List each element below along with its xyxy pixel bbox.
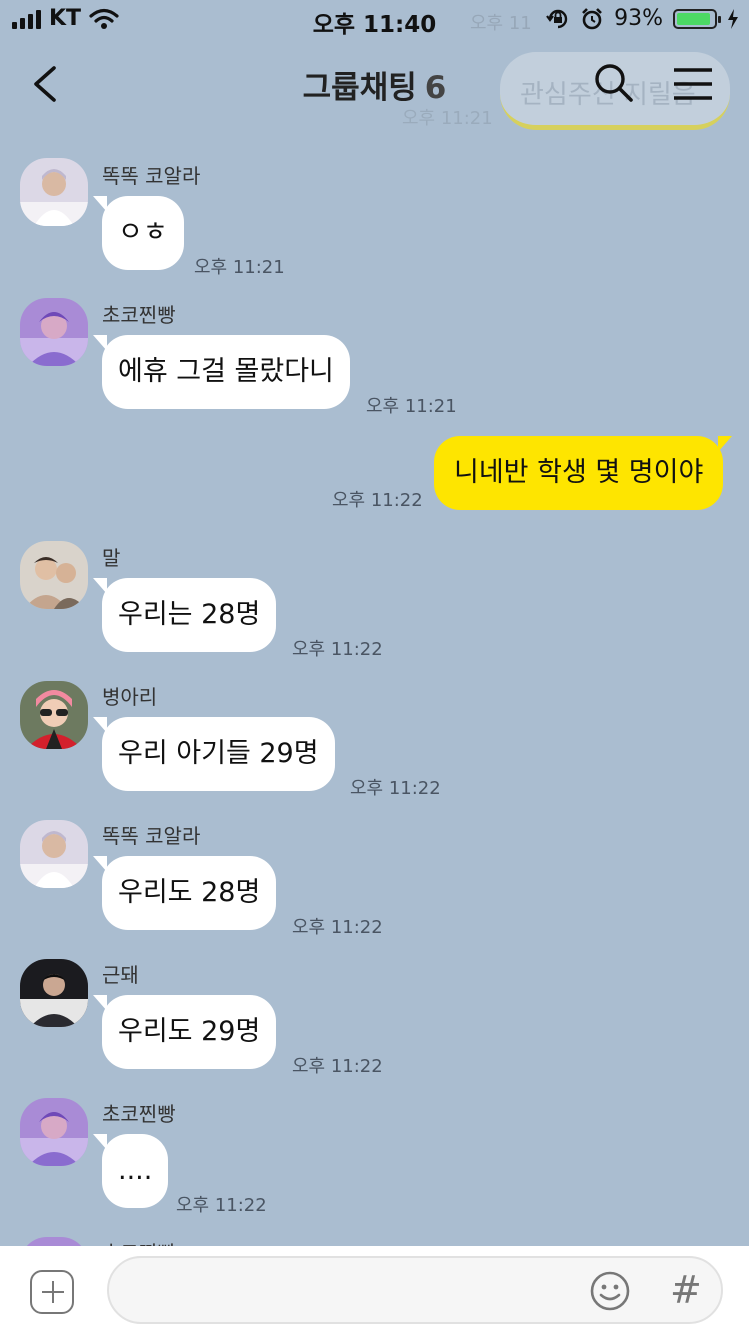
status-bar: KT 오후 11 오후 11:40 93% — [0, 0, 749, 40]
sender-name: 말 — [102, 546, 121, 570]
avatar[interactable] — [20, 298, 88, 366]
message-time: 오후 11:22 — [350, 778, 441, 799]
avatar[interactable] — [20, 541, 88, 609]
member-count: 6 — [424, 70, 447, 106]
chat-title-text: 그룹채팅 — [302, 70, 417, 106]
message-time: 오후 11:22 — [292, 1056, 383, 1077]
message-time: 오후 11:22 — [176, 1195, 267, 1216]
message-bubble[interactable]: ㅇㅎ — [93, 196, 184, 270]
alarm-icon — [582, 7, 603, 29]
battery-icon — [673, 8, 721, 29]
avatar[interactable] — [20, 1098, 88, 1166]
sender-name: 초코찐빵 — [102, 1102, 176, 1126]
sender-name: 근돼 — [102, 963, 139, 987]
emoji-icon[interactable] — [589, 1270, 631, 1312]
battery-percent: 93% — [614, 6, 663, 31]
rotation-lock-icon — [546, 9, 568, 28]
message-bubble[interactable]: 우리 아기들 29명 — [93, 717, 335, 791]
message-time: 오후 11:21 — [194, 257, 285, 278]
sender-name: 병아리 — [102, 685, 158, 709]
hashtag-button[interactable]: # — [670, 1268, 702, 1312]
message-time: 오후 11:22 — [292, 639, 383, 660]
avatar[interactable] — [20, 681, 88, 749]
sender-name: 똑똑 코알라 — [102, 824, 201, 848]
search-icon[interactable] — [593, 62, 635, 104]
message-time: 오후 11:22 — [292, 917, 383, 938]
sender-name: 똑똑 코알라 — [102, 164, 201, 188]
message-time: 오후 11:21 — [366, 396, 457, 417]
avatar[interactable] — [20, 158, 88, 226]
my-message-bubble[interactable]: 니네반 학생 몇 명이야 — [434, 436, 733, 510]
menu-icon[interactable] — [672, 66, 714, 102]
avatar[interactable] — [20, 959, 88, 1027]
message-bubble[interactable]: 우리도 29명 — [92, 995, 277, 1069]
status-right: 93% — [546, 6, 739, 31]
message-bubble[interactable]: .... — [92, 1134, 169, 1208]
message-time: 오후 11:22 — [332, 490, 423, 511]
input-bar: # — [0, 1246, 749, 1334]
sender-name: 초코찐빵 — [102, 303, 176, 327]
message-bubble[interactable]: 우리도 28명 — [92, 856, 277, 930]
attach-plus-button[interactable] — [30, 1270, 74, 1314]
avatar[interactable] — [20, 820, 88, 888]
message-bubble[interactable]: 에휴 그걸 몰랐다니 — [93, 335, 350, 409]
charging-icon — [728, 8, 738, 29]
message-bubble[interactable]: 우리는 28명 — [92, 578, 277, 652]
chat-header: 그룹채팅 6 — [0, 40, 749, 130]
chat-title: 그룹채팅 6 — [0, 62, 749, 107]
